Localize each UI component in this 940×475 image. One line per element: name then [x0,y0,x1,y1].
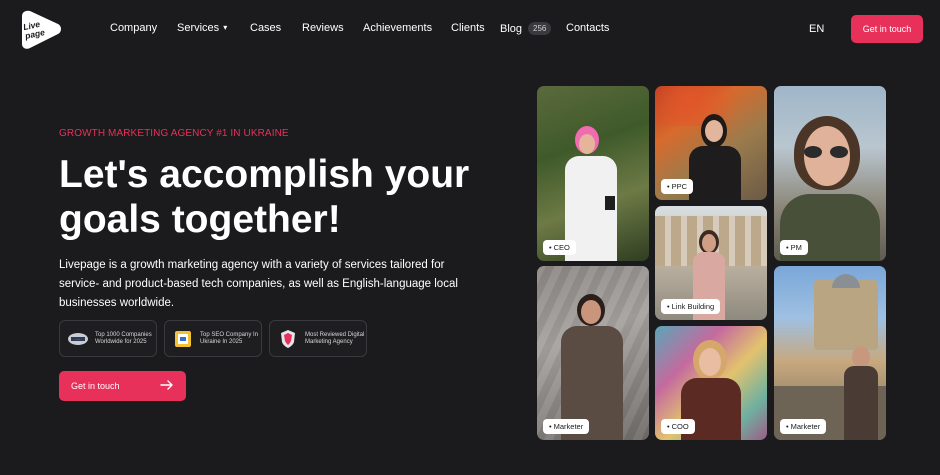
nav-company[interactable]: Company [110,22,157,34]
nav-cases-label: Cases [250,22,282,34]
nav-clients-label: Clients [451,22,485,34]
clutch-badge-icon: · · · [67,329,89,349]
blog-count-badge: 256 [528,22,552,35]
shield-badge-icon [277,329,299,349]
nav-clients[interactable]: Clients [451,22,485,34]
nav-contacts[interactable]: Contacts [566,22,609,34]
role-tag-link-building: Link Building [661,299,721,314]
nav-achievements[interactable]: Achievements [363,22,432,34]
nav-company-label: Company [110,22,158,34]
award-text: Most Reviewed Digital Marketing Agency [305,331,365,345]
award-card-reviewed: Most Reviewed Digital Marketing Agency [269,320,367,357]
role-tag-ppc: PPC [661,179,694,194]
role-tag-ceo: CEO [543,240,576,255]
award-card-clutch: · · · Top 1000 Companies Worldwide for 2… [59,320,157,357]
header-get-in-touch-button[interactable]: Get in touch [851,15,923,43]
nav-services-label: Services [177,22,220,34]
chevron-down-icon: ▾ [223,23,228,32]
nav-blog[interactable]: Blog 256 [500,22,552,35]
award-text: Top SEO Company In Ukraine In 2025 [200,331,259,345]
team-photo-coo: COO [655,326,767,440]
role-tag-marketer-2: Marketer [780,419,827,434]
language-switcher[interactable]: EN [809,23,824,35]
award-badge-icon [172,329,194,349]
team-photo-marketer-2: Marketer [774,266,886,440]
nav-contacts-label: Contacts [566,22,610,34]
role-tag-pm: PM [780,240,808,255]
arrow-right-icon [160,380,173,390]
nav-achievements-label: Achievements [363,22,433,34]
role-tag-coo: COO [661,419,695,434]
nav-reviews[interactable]: Reviews [302,22,344,34]
hero-get-in-touch-button[interactable]: Get in touch [59,371,186,401]
award-card-seo: Top SEO Company In Ukraine In 2025 [164,320,262,357]
nav-blog-label: Blog [500,23,523,35]
role-tag-marketer-1: Marketer [543,419,590,434]
hero-eyebrow: GROWTH MARKETING AGENCY #1 IN UKRAINE [59,128,289,139]
team-photo-ceo: CEO [537,86,649,261]
team-photo-ppc: PPC [655,86,767,200]
nav-services[interactable]: Services ▾ [177,22,227,34]
hero-cta-label: Get in touch [71,381,120,391]
team-photo-marketer-1: Marketer [537,266,649,440]
award-text: Top 1000 Companies Worldwide for 2025 [95,331,152,345]
nav-reviews-label: Reviews [302,22,344,34]
team-photo-pm: PM [774,86,886,261]
logo[interactable]: Live page [18,10,62,50]
hero-headline: Let's accomplish your goals together! [59,153,470,241]
nav-cases[interactable]: Cases [250,22,281,34]
team-photo-link-building: Link Building [655,206,767,320]
svg-text:· · ·: · · · [76,337,81,341]
hero-description: Livepage is a growth marketing agency wi… [59,259,458,309]
